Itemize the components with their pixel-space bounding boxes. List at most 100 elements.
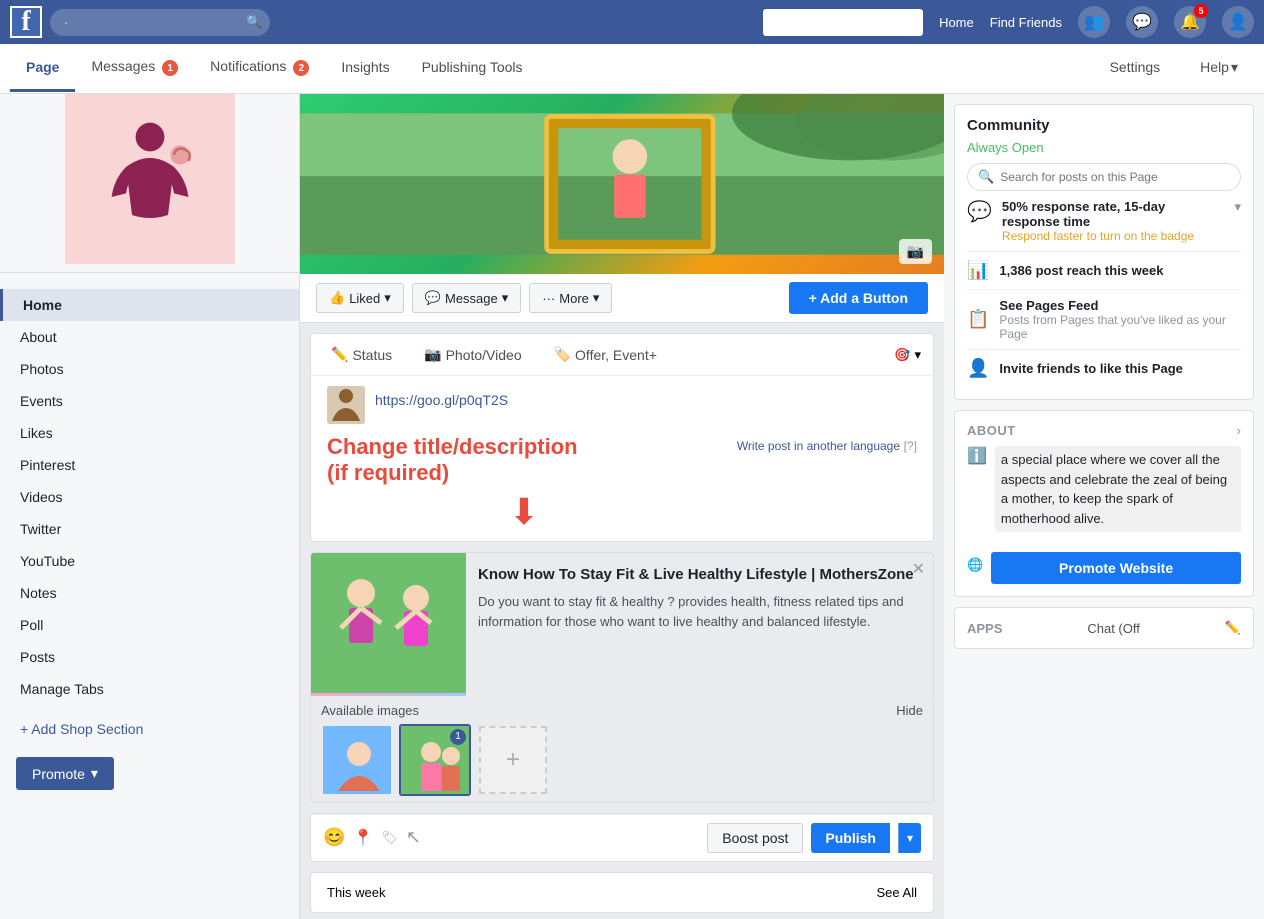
liked-button[interactable]: 👍 Liked ▾ (316, 283, 404, 313)
response-expand-icon[interactable]: ▾ (1234, 199, 1241, 215)
notifications-badge: 2 (293, 60, 309, 76)
community-title: Community (967, 117, 1241, 134)
globe-icon: 🌐 (967, 557, 983, 573)
composer-avatar (327, 386, 365, 424)
sidebar-item-videos[interactable]: Videos (0, 481, 299, 513)
find-friends-link[interactable]: Find Friends (990, 15, 1062, 30)
sidebar-item-pinterest[interactable]: Pinterest (0, 449, 299, 481)
main-layout: Home About Photos Events Likes Pinterest… (0, 94, 1264, 919)
composer-url-display[interactable]: https://goo.gl/p0qT2S (375, 386, 917, 414)
tab-page[interactable]: Page (10, 45, 75, 92)
notification-badge: 5 (1194, 4, 1208, 18)
composer-tabs: ✏️ Status 📷 Photo/Video 🏷️ Offer, Event+… (311, 334, 933, 376)
sidebar-item-posts[interactable]: Posts (0, 641, 299, 673)
sidebar-item-youtube[interactable]: YouTube (0, 545, 299, 577)
composer-tab-status[interactable]: ✏️ Status (323, 342, 400, 367)
composer-chevron-icon: ▾ (914, 347, 921, 363)
message-button[interactable]: 💬 Message ▾ (412, 283, 521, 313)
tag-people-btn[interactable]: 🏷 (381, 830, 398, 846)
search-input[interactable] (50, 9, 270, 36)
always-open-label: Always Open (967, 140, 1044, 155)
add-image-icon: + (479, 726, 547, 794)
friends-icon[interactable]: 👥 (1078, 6, 1110, 38)
page-search-bar[interactable]: 🔍 (967, 163, 1241, 191)
page-search-icon: 🔍 (978, 169, 994, 185)
see-pages-feed-row[interactable]: 📋 See Pages Feed Posts from Pages that y… (967, 289, 1241, 349)
emoji-button[interactable]: 😊 (323, 827, 345, 848)
write-lang-link[interactable]: Write post in another language (737, 439, 900, 453)
composer-tab-offer-event[interactable]: 🏷️ Offer, Event+ (546, 342, 665, 367)
sidebar-item-events[interactable]: Events (0, 385, 299, 417)
more-chevron-icon: ▾ (593, 290, 600, 306)
add-button-cta[interactable]: + Add a Button (789, 282, 928, 314)
tab-notifications[interactable]: Notifications 2 (194, 44, 325, 94)
content-area: 📷 👍 Liked ▾ 💬 Message ▾ ··· More ▾ + Add… (300, 94, 944, 919)
top-right-search[interactable] (763, 9, 923, 36)
link-preview-title: Know How To Stay Fit & Live Healthy Life… (478, 565, 921, 585)
fb-logo-icon[interactable]: f (10, 6, 42, 38)
about-section-label: ABOUT (967, 423, 1016, 438)
pages-feed-sub: Posts from Pages that you've liked as yo… (999, 313, 1241, 341)
messages-nav-icon[interactable]: 💬 (1126, 6, 1158, 38)
response-rate-row: 💬 50% response rate, 15-day response tim… (967, 191, 1241, 251)
tab-help[interactable]: Help ▾ (1184, 45, 1254, 93)
tab-publishing-tools[interactable]: Publishing Tools (406, 45, 539, 92)
tab-settings[interactable]: Settings (1094, 45, 1177, 93)
about-chevron-icon[interactable]: › (1237, 423, 1241, 438)
composer-tab-photo-video[interactable]: 📷 Photo/Video (416, 342, 529, 367)
tag-icon: 🏷️ (554, 346, 571, 363)
apps-edit-icon[interactable]: ✏️ (1225, 620, 1241, 636)
link-preview-content: Know How To Stay Fit & Live Healthy Life… (311, 553, 933, 696)
promote-chevron-icon: ▾ (91, 765, 98, 782)
cover-img-placeholder (300, 94, 944, 274)
this-week-section: This week See All (310, 872, 934, 913)
sidebar-item-poll[interactable]: Poll (0, 609, 299, 641)
invite-friends-row[interactable]: 👤 Invite friends to like this Page (967, 349, 1241, 387)
see-all-link[interactable]: See All (877, 885, 917, 900)
promote-website-button[interactable]: Promote Website (991, 552, 1241, 584)
reach-icon: 📊 (967, 260, 989, 281)
pencil-icon: ✏️ (331, 346, 348, 363)
account-nav-icon[interactable]: 👤 (1222, 6, 1254, 38)
composer-targeting[interactable]: 🎯 ▾ (894, 347, 921, 363)
image-thumb-add[interactable]: + (477, 724, 549, 796)
annotation-text-2: (if required) (327, 460, 721, 486)
more-button[interactable]: ··· More ▾ (529, 283, 612, 313)
tab-messages[interactable]: Messages 1 (75, 44, 194, 94)
search-icon[interactable]: 🔍 (246, 14, 262, 30)
about-content-row: ℹ️ a special place where we cover all th… (967, 446, 1241, 538)
page-search-input[interactable] (1000, 170, 1230, 184)
publish-dropdown-button[interactable]: ▾ (898, 823, 921, 853)
publish-button[interactable]: Publish (811, 823, 890, 853)
sidebar-item-manage-tabs[interactable]: Manage Tabs (0, 673, 299, 705)
about-text: a special place where we cover all the a… (995, 446, 1241, 532)
link-preview-text-block: Know How To Stay Fit & Live Healthy Life… (466, 553, 933, 696)
sidebar-item-photos[interactable]: Photos (0, 353, 299, 385)
image-thumb-1[interactable] (321, 724, 393, 796)
link-preview-close-btn[interactable]: ✕ (912, 559, 925, 579)
help-bracket: [?] (904, 439, 917, 453)
home-link[interactable]: Home (939, 15, 974, 30)
add-shop-section[interactable]: + Add Shop Section (0, 713, 299, 745)
location-button[interactable]: 📍 (353, 828, 373, 848)
invite-friends-label: Invite friends to like this Page (999, 361, 1241, 376)
camera-icon[interactable]: 📷 (899, 239, 932, 264)
sidebar-item-twitter[interactable]: Twitter (0, 513, 299, 545)
hide-images-link[interactable]: Hide (896, 703, 923, 718)
top-nav: f 🔍 Home Find Friends 👥 💬 🔔 5 👤 (0, 0, 1264, 44)
image-thumb-2[interactable]: 1 (399, 724, 471, 796)
annotation-text: Change title/description (327, 434, 721, 460)
sidebar-item-home[interactable]: Home (0, 289, 299, 321)
page-tabs: Page Messages 1 Notifications 2 Insights… (0, 44, 1264, 94)
composer-url-text: https://goo.gl/p0qT2S (375, 392, 508, 408)
promote-button[interactable]: Promote ▾ (16, 757, 114, 790)
pages-feed-icon: 📋 (967, 309, 989, 330)
chat-off-label: Chat (Off (1087, 621, 1140, 636)
left-sidebar: Home About Photos Events Likes Pinterest… (0, 94, 300, 919)
boost-post-button[interactable]: Boost post (707, 823, 803, 853)
sidebar-item-likes[interactable]: Likes (0, 417, 299, 449)
notifications-nav-icon[interactable]: 🔔 5 (1174, 6, 1206, 38)
tab-insights[interactable]: Insights (325, 45, 405, 92)
sidebar-item-notes[interactable]: Notes (0, 577, 299, 609)
sidebar-item-about[interactable]: About (0, 321, 299, 353)
